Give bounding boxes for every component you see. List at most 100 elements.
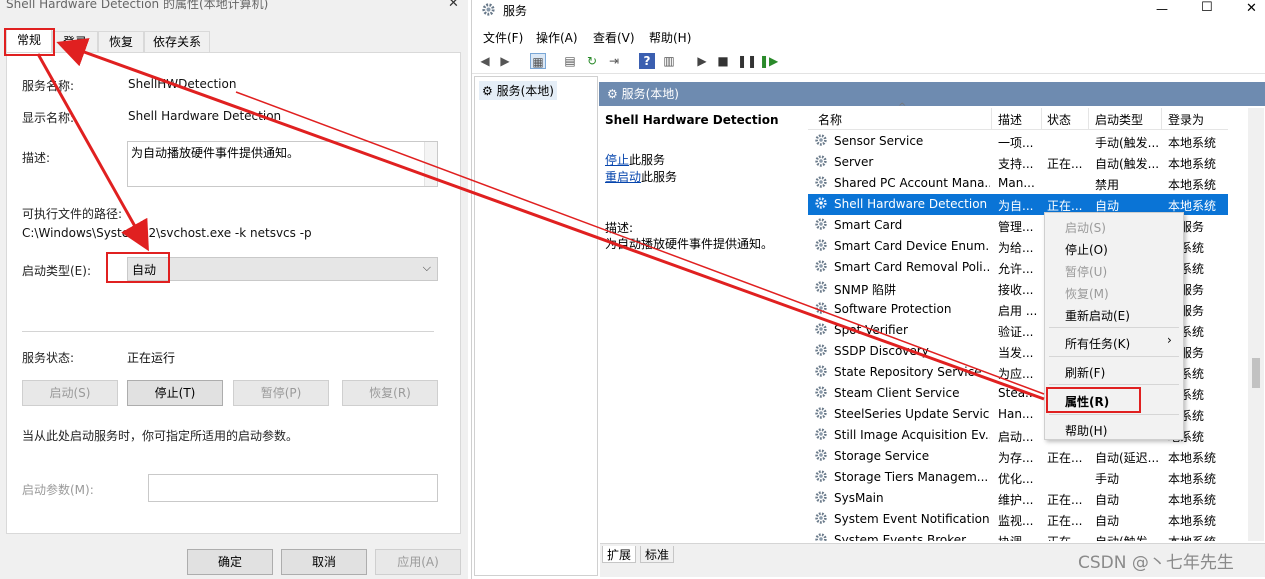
tree-item-label: 服务(本地) <box>496 84 554 98</box>
cell-name: SSDP Discovery <box>834 344 929 358</box>
ctx-pause[interactable]: 暂停(U) <box>1065 263 1107 280</box>
annotation-box-properties <box>1046 387 1141 413</box>
menu-file[interactable]: 文件(F) <box>483 29 523 46</box>
column-name[interactable]: 名称 <box>818 111 842 128</box>
path-value: C:\Windows\System32\svchost.exe -k netsv… <box>22 226 312 240</box>
service-row[interactable]: SysMain 维护... 正在... 自动 本地系统 <box>808 488 1228 509</box>
cell-startup-type: 自动 <box>1095 493 1120 507</box>
close-icon[interactable]: ✕ <box>1246 1 1257 16</box>
cell-name: Spot Verifier <box>834 323 908 337</box>
ctx-help[interactable]: 帮助(H) <box>1065 422 1107 439</box>
service-gear-icon <box>814 427 828 441</box>
maximize-icon[interactable]: ☐ <box>1201 0 1213 15</box>
console-tree: ⚙ 服务(本地) <box>474 76 598 576</box>
description-label: 描述: <box>22 151 51 165</box>
service-gear-icon <box>814 385 828 399</box>
cell-description: 为应... <box>998 367 1034 381</box>
cell-status: 正在... <box>1047 493 1083 507</box>
minimize-icon[interactable]: — <box>1156 2 1168 16</box>
pause-button[interactable]: 暂停(P) <box>233 380 329 406</box>
column-status[interactable]: 状态 <box>1047 111 1071 128</box>
column-description[interactable]: 描述 <box>998 111 1022 128</box>
description-scrollbar[interactable] <box>424 142 437 186</box>
cell-name: Smart Card <box>834 218 903 232</box>
resume-button[interactable]: 恢复(R) <box>342 380 438 406</box>
service-gear-icon <box>814 133 828 147</box>
ctx-all-tasks[interactable]: 所有任务(K) <box>1065 335 1130 352</box>
cell-description: Han... <box>998 407 1034 421</box>
cell-description: 允许... <box>998 262 1034 276</box>
cell-description: 启用 ... <box>998 304 1038 318</box>
service-row[interactable]: Server 支持... 正在... 自动(触发... 本地系统 <box>808 152 1228 173</box>
ok-button[interactable]: 确定 <box>187 549 273 575</box>
startup-type-label: 启动类型(E): <box>22 264 91 278</box>
show-list-icon[interactable]: ▤ <box>562 53 578 69</box>
restart-icon[interactable]: ❚▶ <box>759 53 778 69</box>
properties-dialog: Shell Hardware Detection 的属性(本地计算机) ✕ 常规… <box>0 0 468 579</box>
startup-type-select[interactable]: 自动 ⌵ <box>127 257 438 281</box>
service-row[interactable]: Storage Tiers Managem... 优化... 手动 本地系统 <box>808 467 1228 488</box>
forward-icon[interactable]: ▶ <box>497 53 513 69</box>
ctx-start[interactable]: 启动(S) <box>1065 219 1106 236</box>
cancel-button[interactable]: 取消 <box>281 549 367 575</box>
start-params-input[interactable] <box>148 474 438 502</box>
column-startup-type[interactable]: 启动类型 <box>1095 111 1143 128</box>
service-row[interactable]: Shared PC Account Mana... Man... 禁用 本地系统 <box>808 173 1228 194</box>
stop-icon[interactable]: ■ <box>715 53 731 69</box>
pane-gear-icon: ⚙ <box>607 87 622 101</box>
refresh-icon[interactable]: ↻ <box>584 53 600 69</box>
service-gear-icon <box>814 490 828 504</box>
service-row[interactable]: System Event Notification... 监视... 正在... 自动… <box>808 509 1228 530</box>
play-icon[interactable]: ▶ <box>694 53 710 69</box>
menu-action[interactable]: 操作(A) <box>536 29 578 46</box>
tab-logon[interactable]: 登录 <box>52 31 98 52</box>
cell-description: 协调... <box>998 533 1038 541</box>
column-logon-as[interactable]: 登录为 <box>1168 111 1204 128</box>
close-icon[interactable]: ✕ <box>448 0 459 11</box>
service-gear-icon <box>814 532 828 541</box>
stop-button[interactable]: 停止(T) <box>127 380 223 406</box>
tab-extended[interactable]: 扩展 <box>602 546 637 563</box>
pause-icon[interactable]: ❚❚ <box>737 53 757 69</box>
menu-view[interactable]: 查看(V) <box>593 29 635 46</box>
ctx-stop[interactable]: 停止(O) <box>1065 241 1108 258</box>
ctx-refresh[interactable]: 刷新(F) <box>1065 364 1105 381</box>
service-gear-icon <box>814 217 828 231</box>
export-list-icon[interactable]: ⇥ <box>606 53 622 69</box>
annotation-box-general-tab <box>4 28 55 56</box>
description-textbox[interactable]: 为自动播放硬件事件提供通知。 <box>127 141 438 187</box>
cell-description: Man... <box>998 176 1035 190</box>
cell-description: 为存... <box>998 451 1034 465</box>
watermark: CSDN @丶七年先生 <box>1078 553 1234 573</box>
start-button[interactable]: 启动(S) <box>22 380 118 406</box>
scrollbar-thumb[interactable] <box>1252 358 1260 388</box>
cell-startup-type: 禁用 <box>1095 178 1120 192</box>
service-gear-icon <box>814 448 828 462</box>
detail-desc-label: 描述: <box>605 221 634 235</box>
service-row[interactable]: Sensor Service 一项... 手动(触发... 本地系统 <box>808 131 1228 152</box>
properties-pane-icon[interactable]: ▥ <box>661 53 677 69</box>
help-icon[interactable]: ? <box>639 53 655 69</box>
service-row[interactable]: Storage Service 为存... 正在... 自动(延迟... 本地系统 <box>808 446 1228 467</box>
service-row[interactable]: System Events Broker 协调... 正在... 自动(触发... 本地… <box>808 530 1228 541</box>
description-text: 为自动播放硬件事件提供通知。 <box>131 146 300 160</box>
apply-button[interactable]: 应用(A) <box>375 549 461 575</box>
console-tree-icon[interactable]: ▦ <box>530 53 546 69</box>
cell-description: 接收... <box>998 283 1034 297</box>
services-titlebar: 服务 — ☐ ✕ <box>472 0 1265 24</box>
ctx-restart[interactable]: 重新启动(E) <box>1065 307 1130 324</box>
cell-name: Software Protection <box>834 302 952 316</box>
stop-service-link[interactable]: 停止 <box>605 153 629 167</box>
restart-service-link[interactable]: 重启动 <box>605 170 641 184</box>
cell-logon-as: 本地系统 <box>1168 472 1217 486</box>
tab-standard[interactable]: 标准 <box>640 546 675 563</box>
ctx-resume[interactable]: 恢复(M) <box>1065 285 1109 302</box>
vertical-scrollbar[interactable] <box>1248 108 1264 541</box>
service-name-label: 服务名称: <box>22 79 75 93</box>
tab-recovery[interactable]: 恢复 <box>98 31 144 52</box>
menu-help[interactable]: 帮助(H) <box>649 29 691 46</box>
back-icon[interactable]: ◀ <box>477 53 493 69</box>
pane-header: ⚙ 服务(本地) <box>599 82 1265 106</box>
tree-item-services-local[interactable]: ⚙ 服务(本地) <box>479 81 557 100</box>
tab-dependencies[interactable]: 依存关系 <box>144 31 210 52</box>
